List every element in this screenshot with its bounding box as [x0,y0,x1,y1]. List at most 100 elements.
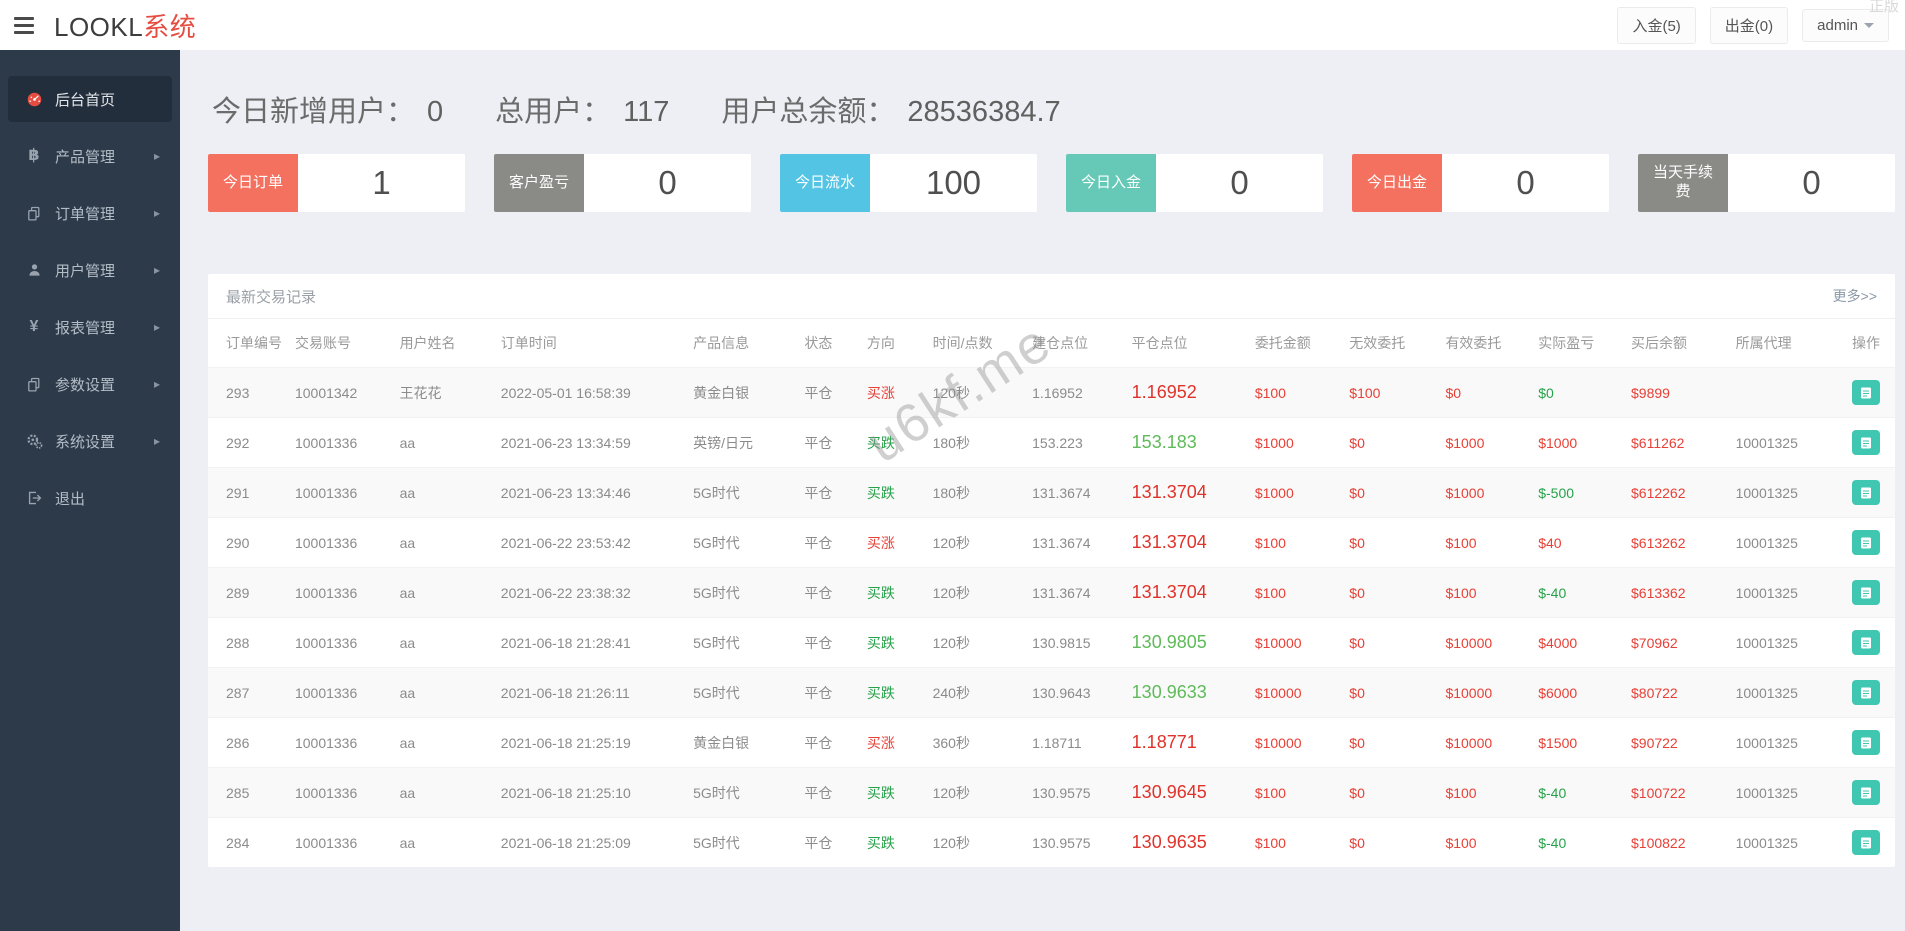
order-detail-button[interactable] [1852,830,1880,855]
sidebar-item-label: 订单管理 [55,203,115,224]
cell-profit: $1000 [1532,418,1625,468]
cell-order-id: 289 [208,568,289,618]
sidebar-item-1[interactable]: 后台首页 [8,76,172,122]
document-icon [1859,536,1873,550]
logo-accent-text: 系统 [143,7,196,44]
document-icon [1859,836,1873,850]
sidebar-item-4[interactable]: 用户管理▸ [8,247,172,293]
order-detail-button[interactable] [1852,380,1880,405]
table-row: 29310001342王花花2022-05-01 16:58:39黄金白银平仓买… [208,368,1895,418]
cell-order-time: 2022-05-01 16:58:39 [495,368,687,418]
sidebar-item-2[interactable]: ฿产品管理▸ [8,133,172,179]
cell-username: aa [394,518,495,568]
cell-order-time: 2021-06-18 21:25:10 [495,768,687,818]
stat-total-users: 总用户：117 [495,88,669,130]
cell-account: 10001336 [289,568,394,618]
kpi-card-label: 今日流水 [780,154,870,212]
column-header: 有效委托 [1439,319,1532,368]
cell-open-point: 1.18711 [1026,718,1126,768]
table-row: 28910001336aa2021-06-22 23:38:325G时代平仓买跌… [208,568,1895,618]
cell-amount: $100 [1249,818,1343,868]
column-header: 时间/点数 [927,319,1027,368]
cell-balance: $9899 [1625,368,1730,418]
kpi-card-5: 今日出金0 [1352,154,1609,212]
cell-balance: $70962 [1625,618,1730,668]
document-icon [1859,786,1873,800]
sidebar-item-6[interactable]: 参数设置▸ [8,361,172,407]
more-link[interactable]: 更多>> [1833,286,1877,306]
column-header: 产品信息 [687,319,798,368]
cell-actions [1846,418,1895,468]
order-detail-button[interactable] [1852,730,1880,755]
order-detail-button[interactable] [1852,580,1880,605]
reports-yen-icon: ¥ [24,318,44,336]
kpi-card-1: 今日订单1 [208,154,465,212]
withdraw-button[interactable]: 出金(0) [1710,7,1788,44]
chevron-down-icon [1864,23,1874,28]
gears-icon [24,432,44,450]
cell-invalid: $0 [1343,818,1439,868]
cell-open-point: 130.9815 [1026,618,1126,668]
sidebar-item-8[interactable]: 退出 [8,475,172,521]
chevron-right-icon: ▸ [154,206,160,220]
admin-dropdown[interactable]: admin [1802,9,1889,42]
kpi-card-label: 客户盈亏 [494,154,584,212]
cell-amount: $100 [1249,768,1343,818]
cell-username: aa [394,718,495,768]
cell-duration: 120秒 [927,768,1027,818]
cell-profit: $-40 [1532,568,1625,618]
cell-product: 5G时代 [687,518,798,568]
table-row: 28810001336aa2021-06-18 21:28:415G时代平仓买跌… [208,618,1895,668]
column-header: 委托金额 [1249,319,1343,368]
sidebar-item-3[interactable]: 订单管理 ▸ [8,190,172,236]
cell-username: aa [394,668,495,718]
cell-close-point: 153.183 [1126,418,1249,468]
cell-actions [1846,468,1895,518]
kpi-card-4: 今日入金0 [1066,154,1323,212]
sidebar-item-label: 报表管理 [55,317,115,338]
cell-order-time: 2021-06-18 21:28:41 [495,618,687,668]
cell-status: 平仓 [798,818,860,868]
cell-close-point: 131.3704 [1126,468,1249,518]
column-header: 方向 [861,319,927,368]
table-row: 28510001336aa2021-06-18 21:25:105G时代平仓买跌… [208,768,1895,818]
cell-product: 5G时代 [687,618,798,668]
menu-toggle-icon[interactable] [14,12,40,38]
cell-balance: $611262 [1625,418,1730,468]
cell-status: 平仓 [798,768,860,818]
cell-amount: $10000 [1249,618,1343,668]
cell-profit: $-500 [1532,468,1625,518]
order-detail-button[interactable] [1852,630,1880,655]
cell-duration: 120秒 [927,518,1027,568]
cell-profit: $1500 [1532,718,1625,768]
kpi-card-3: 今日流水100 [780,154,1037,212]
order-detail-button[interactable] [1852,480,1880,505]
cell-actions [1846,718,1895,768]
cell-invalid: $0 [1343,668,1439,718]
stats-summary: 今日新增用户：0 总用户：117 用户总余额：28536384.7 [208,88,1895,130]
deposit-button[interactable]: 入金(5) [1617,7,1695,44]
document-icon [1859,586,1873,600]
order-detail-button[interactable] [1852,530,1880,555]
table-row: 28710001336aa2021-06-18 21:26:115G时代平仓买跌… [208,668,1895,718]
cell-open-point: 131.3674 [1026,468,1126,518]
cell-profit: $0 [1532,368,1625,418]
order-detail-button[interactable] [1852,430,1880,455]
cell-agent [1730,368,1846,418]
cell-valid: $0 [1439,368,1532,418]
order-detail-button[interactable] [1852,780,1880,805]
cell-product: 英镑/日元 [687,418,798,468]
sidebar-item-label: 系统设置 [55,431,115,452]
sidebar-item-5[interactable]: ¥报表管理▸ [8,304,172,350]
cell-order-id: 287 [208,668,289,718]
order-detail-button[interactable] [1852,680,1880,705]
cell-amount: $100 [1249,368,1343,418]
chevron-right-icon: ▸ [154,149,160,163]
cell-order-id: 293 [208,368,289,418]
cell-username: aa [394,418,495,468]
topbar: LOOKL系统 入金(5) 出金(0) admin 正版 [0,0,1905,50]
kpi-card-value: 0 [1728,154,1895,212]
cell-balance: $613262 [1625,518,1730,568]
sidebar-item-7[interactable]: 系统设置▸ [8,418,172,464]
kpi-card-6: 当天手续费0 [1638,154,1895,212]
